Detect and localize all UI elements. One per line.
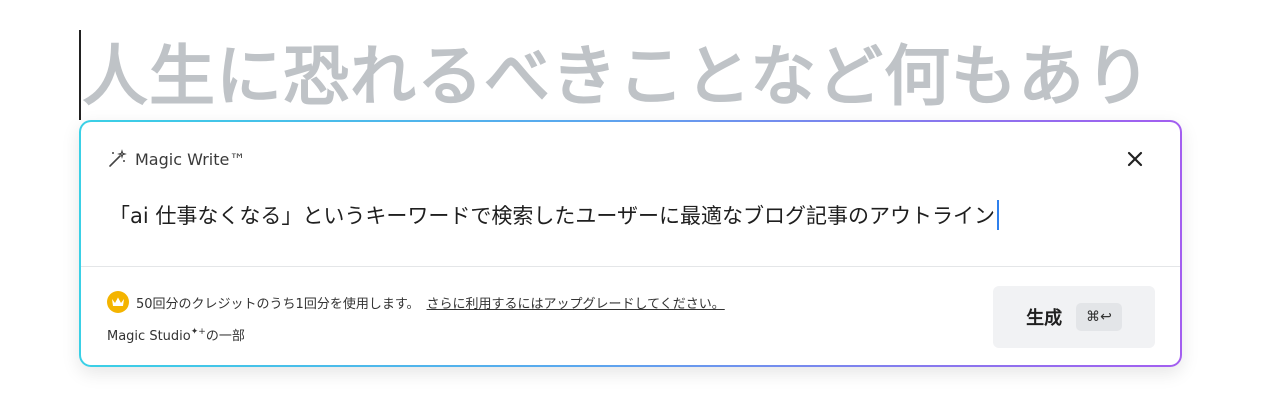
studio-suffix: の一部 xyxy=(205,329,245,344)
text-cursor xyxy=(79,30,81,120)
magic-studio-label: Magic Studio✦+の一部 xyxy=(107,325,245,344)
generate-label: 生成 xyxy=(1026,308,1063,328)
close-button[interactable] xyxy=(1124,148,1146,170)
magic-write-panel-body: Magic Write™ 「ai 仕事なくなる」というキーワードで検索したユーザ… xyxy=(81,122,1180,365)
generate-button[interactable]: 生成 ⌘↩ xyxy=(993,286,1155,348)
shortcut-badge: ⌘↩ xyxy=(1076,303,1122,331)
upgrade-link[interactable]: さらに利用するにはアップグレードしてください。 xyxy=(427,293,725,312)
panel-divider xyxy=(81,266,1180,267)
editor-stage: 人生に恐れるべきことなど何もあり Magic Write™ 「ai 仕事なくなる… xyxy=(0,0,1280,411)
studio-prefix: Magic Studio xyxy=(107,329,191,344)
prompt-caret xyxy=(996,200,999,230)
prompt-input[interactable]: 「ai 仕事なくなる」というキーワードで検索したユーザーに最適なブログ記事のアウ… xyxy=(109,200,999,231)
page-heading-text[interactable]: 人生に恐れるべきことなど何もあり xyxy=(82,34,1152,120)
credits-info: 50回分のクレジットのうち1回分を使用します。 さらに利用するにはアップグレード… xyxy=(107,291,725,313)
panel-header: Magic Write™ xyxy=(107,149,245,169)
credits-text: 50回分のクレジットのうち1回分を使用します。 xyxy=(136,296,420,312)
sparkle-icon: ✦+ xyxy=(190,327,206,337)
magic-write-panel: Magic Write™ 「ai 仕事なくなる」というキーワードで検索したユーザ… xyxy=(79,120,1182,367)
panel-title: Magic Write™ xyxy=(135,149,246,169)
prompt-text: 「ai 仕事なくなる」というキーワードで検索したユーザーに最適なブログ記事のアウ… xyxy=(109,204,995,228)
wand-icon xyxy=(107,149,127,169)
crown-icon xyxy=(107,291,129,313)
close-icon xyxy=(1127,151,1143,167)
